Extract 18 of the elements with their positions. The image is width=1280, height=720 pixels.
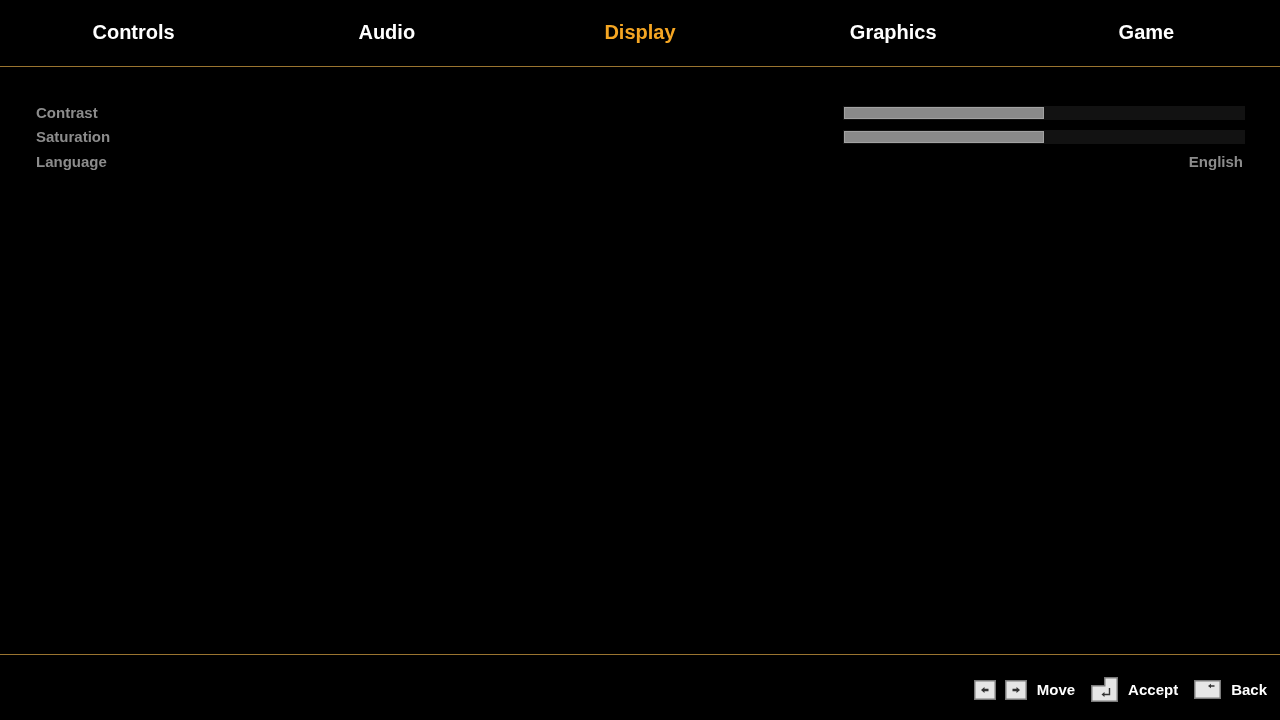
menu-tab[interactable]: Display — [598, 16, 682, 48]
enter-key-icon — [1091, 677, 1119, 702]
menu-tab[interactable]: Audio — [352, 16, 422, 48]
slider-track[interactable] — [843, 105, 1245, 120]
backspace-key-icon — [1194, 680, 1222, 699]
key-hint-label: Move — [1036, 681, 1076, 698]
setting-label: Saturation — [36, 128, 111, 146]
left-arrow-key-icon — [973, 679, 996, 700]
setting-label: Language — [36, 152, 107, 170]
menu-tab[interactable]: Graphics — [843, 16, 943, 48]
setting-label: Contrast — [36, 103, 98, 121]
key-hint-label: Back — [1231, 681, 1267, 698]
right-arrow-key-icon — [1004, 679, 1027, 700]
menu-tab[interactable]: Game — [1112, 16, 1181, 48]
key-hint-label: Accept — [1128, 681, 1179, 698]
option-value[interactable]: English — [1188, 152, 1243, 170]
slider-track[interactable] — [843, 130, 1245, 145]
menu-tab[interactable]: Controls — [86, 16, 181, 48]
